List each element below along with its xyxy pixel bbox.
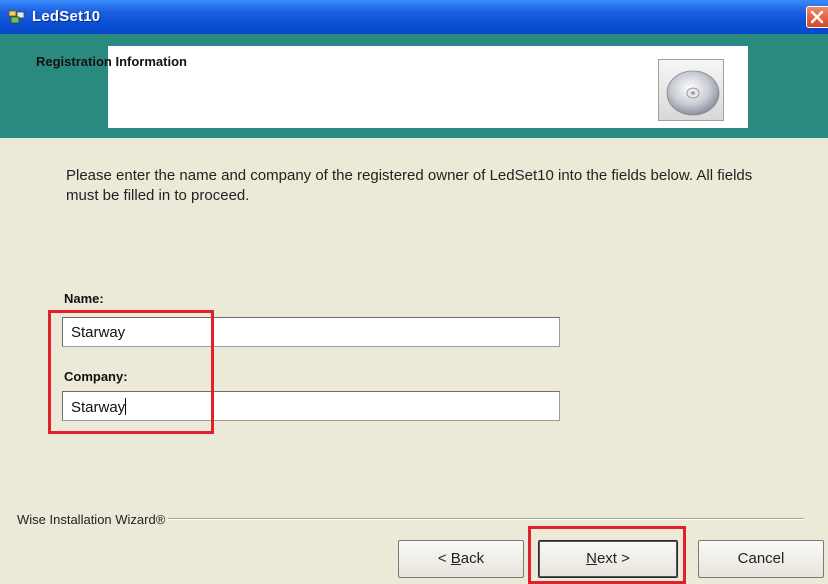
brand-label: Wise Installation Wizard® — [17, 512, 169, 527]
back-button[interactable]: < Back — [398, 540, 524, 578]
back-rest: ack — [460, 550, 485, 567]
page-title: Registration Information — [36, 54, 187, 69]
back-prefix: < — [437, 550, 451, 567]
name-label: Name: — [64, 291, 104, 306]
window-titlebar[interactable]: LedSet10 — [0, 0, 828, 34]
app-icon — [8, 10, 25, 24]
window-title: LedSet10 — [32, 8, 101, 25]
cancel-button[interactable]: Cancel — [698, 540, 824, 578]
disc-icon — [658, 59, 724, 121]
close-icon — [810, 10, 824, 24]
instructions-text: Please enter the name and company of the… — [66, 167, 753, 204]
header-panel — [108, 46, 748, 128]
back-accel: B — [450, 550, 461, 567]
highlight-box-next — [528, 526, 686, 584]
highlight-box-fields — [48, 310, 214, 434]
close-button[interactable] — [806, 6, 828, 28]
